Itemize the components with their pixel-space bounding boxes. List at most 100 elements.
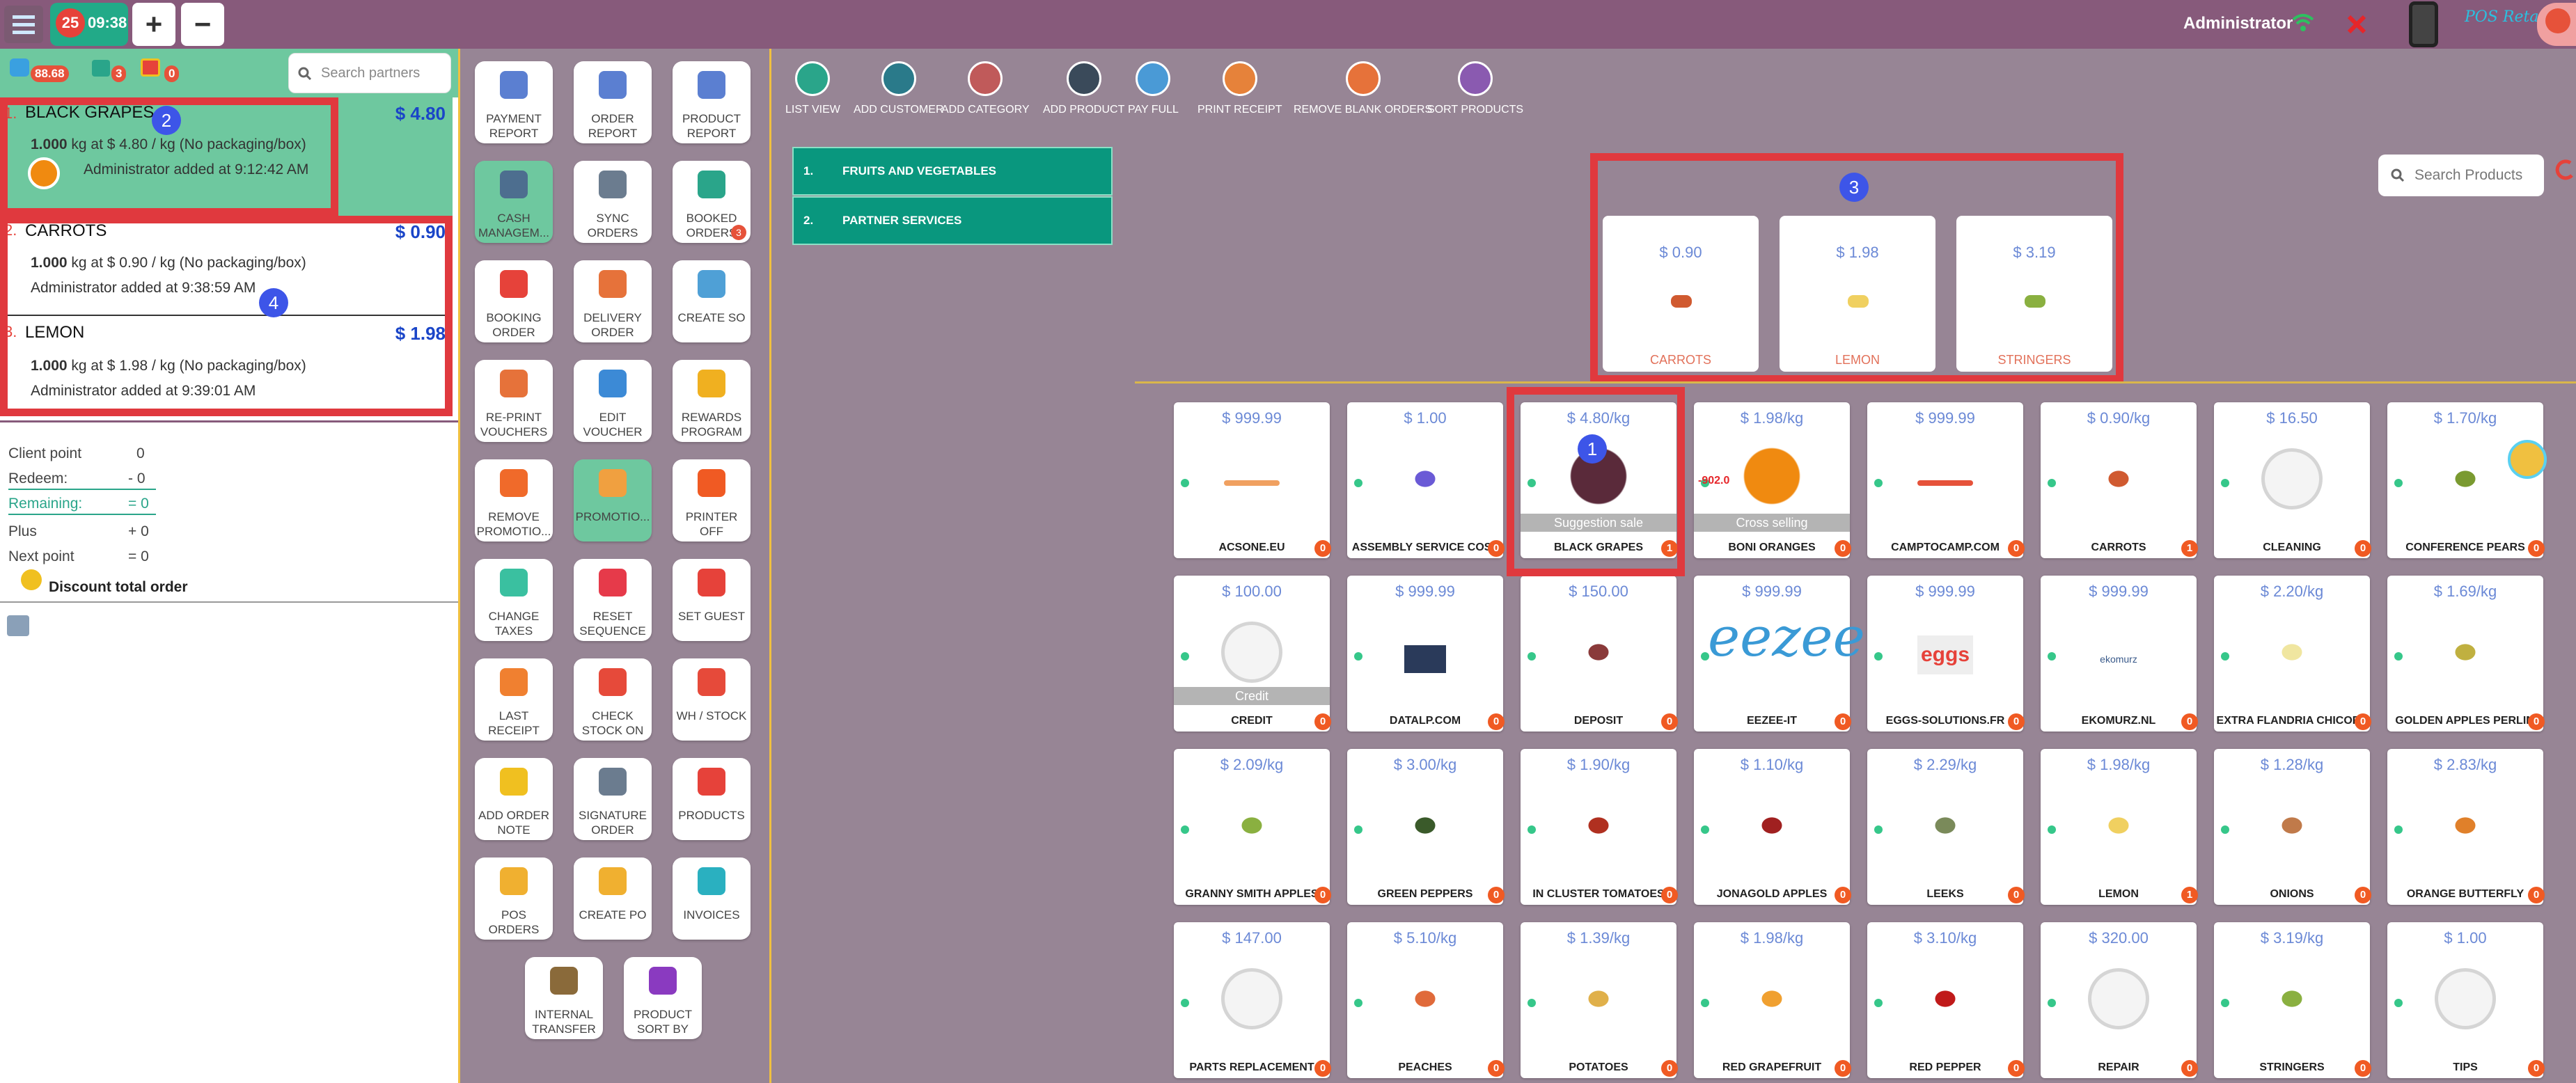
product-price: $ 2.20/kg (2260, 583, 2324, 600)
toolbar-add-product[interactable]: ADD PRODUCT (1043, 61, 1124, 117)
control-button-reset-sequence[interactable]: RESET SEQUENCE (574, 559, 652, 641)
control-button-invoices[interactable]: INVOICES (673, 857, 751, 940)
control-button-rewards-program[interactable]: REWARDS PROGRAM (673, 360, 751, 442)
cart-icon (92, 60, 110, 77)
suggestion-card[interactable]: $ 1.98 LEMON (1780, 216, 1935, 372)
client-point-value: 0 (136, 445, 145, 461)
refresh-icon[interactable] (2554, 157, 2576, 185)
control-button-check-stock-on[interactable]: CHECK STOCK ON (574, 658, 652, 741)
divider (8, 514, 156, 515)
product-card[interactable]: $ 1.10/kg JONAGOLD APPLES 0 (1694, 749, 1851, 905)
control-button-payment-report[interactable]: PAYMENT REPORT (475, 61, 553, 143)
control-button-cash-managem[interactable]: CASH MANAGEM... (475, 161, 553, 243)
control-button-change-taxes[interactable]: CHANGE TAXES (475, 559, 553, 641)
product-card[interactable]: $ 999.99 CAMPTOCAMP.COM 0 (1867, 402, 2025, 558)
toolbar-remove-blank-orders[interactable]: REMOVE BLANK ORDERS (1294, 61, 1432, 117)
product-card[interactable]: $ 999.99 eggs EGGS-SOLUTIONS.FR 0 (1867, 576, 2025, 732)
product-card[interactable]: $ 2.83/kg ORANGE BUTTERFLY 0 (2387, 749, 2545, 905)
toolbar-sort-products[interactable]: SORT PRODUCTS (1427, 61, 1523, 117)
control-button-printer-off[interactable]: PRINTER OFF (673, 459, 751, 542)
cash-register-icon[interactable] (7, 615, 29, 636)
toolbar-add-category[interactable]: ADD CATEGORY (941, 61, 1030, 117)
control-button-order-report[interactable]: ORDER REPORT (574, 61, 652, 143)
discount-total-order[interactable]: Discount total order (49, 579, 188, 596)
category-item[interactable]: 1. FRUITS AND VEGETABLES (792, 147, 1113, 196)
product-card[interactable]: $ 1.00 ASSEMBLY SERVICE COST 0 (1347, 402, 1505, 558)
product-card[interactable]: $ 1.28/kg ONIONS 0 (2214, 749, 2371, 905)
category-item[interactable]: 2. PARTNER SERVICES (792, 196, 1113, 245)
control-label: REPORT (588, 127, 638, 140)
control-icon (500, 569, 528, 596)
product-card[interactable]: $ 2.09/kg GRANNY SMITH APPLES 0 (1174, 749, 1331, 905)
control-button-product-sort-by[interactable]: PRODUCT SORT BY (624, 957, 702, 1039)
add-order-button[interactable]: + (132, 3, 175, 46)
product-card[interactable]: $ 3.10/kg RED PEPPER 0 (1867, 922, 2025, 1078)
toolbar-add-customer[interactable]: ADD CUSTOMER (854, 61, 944, 117)
control-button-delivery-order[interactable]: DELIVERY ORDER (574, 260, 652, 342)
product-image (1408, 985, 1443, 1013)
search-partners-input[interactable]: Search partners (288, 53, 451, 93)
control-button-promotio[interactable]: PROMOTIO... (574, 459, 652, 542)
product-card[interactable]: $ 100.00 Credit CREDIT 0 (1174, 576, 1331, 732)
control-button-pos-orders[interactable]: POS ORDERS (475, 857, 553, 940)
product-card[interactable]: $ 1.70/kg CONFERENCE PEARS 0 (2387, 402, 2545, 558)
plus-value: + 0 (128, 523, 149, 539)
product-qty-badge: 0 (2181, 1060, 2198, 1077)
product-card[interactable]: $ 1.69/kg GOLDEN APPLES PERLIM 0 (2387, 576, 2545, 732)
product-card[interactable]: $ 1.90/kg IN CLUSTER TOMATOES 0 (1521, 749, 1678, 905)
product-card[interactable]: $ 1.98/kg RED GRAPEFRUIT 0 (1694, 922, 1851, 1078)
product-card[interactable]: $ 999.99 eezee EEZEE-IT 0 (1694, 576, 1865, 732)
toolbar-print-receipt[interactable]: PRINT RECEIPT (1197, 61, 1282, 117)
control-button-re-print-vouchers[interactable]: RE-PRINT VOUCHERS (475, 360, 553, 442)
control-button-sync-orders[interactable]: SYNC ORDERS (574, 161, 652, 243)
close-icon[interactable] (2346, 14, 2367, 35)
avatar[interactable] (2537, 3, 2576, 46)
product-card[interactable]: $ 1.98/kg LEMON 1 (2041, 749, 2198, 905)
product-card[interactable]: $ 999.99 ekomurz EKOMURZ.NL 0 (2041, 576, 2198, 732)
control-button-signature-order[interactable]: SIGNATURE ORDER (574, 758, 652, 840)
mobile-mode-icon[interactable] (2409, 1, 2438, 47)
product-card[interactable]: $ 147.00 PARTS REPLACEMENT 0 (1174, 922, 1331, 1078)
control-button-set-guest[interactable]: SET GUEST (673, 559, 751, 641)
control-button-add-order-note[interactable]: ADD ORDER NOTE (475, 758, 553, 840)
control-icon (500, 171, 528, 198)
product-card[interactable]: $ 150.00 DEPOSIT 0 (1521, 576, 1678, 732)
control-button-wh-stock[interactable]: WH / STOCK (673, 658, 751, 741)
product-image (1581, 638, 1616, 666)
product-card[interactable]: $ 2.29/kg LEEKS 0 (1867, 749, 2025, 905)
suggestion-card[interactable]: $ 0.90 CARROTS (1603, 216, 1759, 372)
product-card[interactable]: $ 3.19/kg STRINGERS 0 (2214, 922, 2371, 1078)
product-card[interactable]: $ 0.90/kg CARROTS 1 (2041, 402, 2198, 558)
control-button-create-so[interactable]: CREATE SO (673, 260, 751, 342)
control-button-booked-orders[interactable]: BOOKED ORDERS 3 (673, 161, 751, 243)
control-button-remove-promotio[interactable]: REMOVE PROMOTIO... (475, 459, 553, 542)
control-button-booking-order[interactable]: BOOKING ORDER (475, 260, 553, 342)
remove-order-button[interactable]: − (181, 3, 224, 46)
toolbar-pay-full[interactable]: PAY FULL (1128, 61, 1179, 117)
product-image (1848, 295, 1869, 308)
product-card[interactable]: $ 1.98/kg Cross selling -902.0 BONI ORANGES… (1694, 402, 1851, 558)
product-card[interactable]: $ 2.20/kg EXTRA FLANDRIA CHICORY 0 (2214, 576, 2371, 732)
product-card[interactable]: $ 5.10/kg PEACHES 0 (1347, 922, 1505, 1078)
control-button-edit-voucher[interactable]: EDIT VOUCHER (574, 360, 652, 442)
control-button-products[interactable]: PRODUCTS (673, 758, 751, 840)
menu-icon[interactable] (4, 6, 43, 43)
control-button-last-receipt[interactable]: LAST RECEIPT (475, 658, 553, 741)
toolbar-icon (1222, 61, 1257, 96)
product-tag: Cross selling (1694, 514, 1850, 532)
control-button-internal-transfer[interactable]: INTERNAL TRANSFER (525, 957, 603, 1039)
user-name[interactable]: Administrator (2183, 14, 2293, 33)
product-price: $ 1.98/kg (2087, 756, 2151, 773)
suggestion-card[interactable]: $ 3.19 STRINGERS (1956, 216, 2112, 372)
product-card[interactable]: $ 1.00 TIPS 0 (2387, 922, 2545, 1078)
product-card[interactable]: $ 1.39/kg POTATOES 0 (1521, 922, 1678, 1078)
product-card[interactable]: $ 999.99 DATALP.COM 0 (1347, 576, 1505, 732)
product-card[interactable]: $ 3.00/kg GREEN PEPPERS 0 (1347, 749, 1505, 905)
toolbar-list-view[interactable]: LIST VIEW (785, 61, 840, 117)
control-button-create-po[interactable]: CREATE PO (574, 857, 652, 940)
product-card[interactable]: $ 16.50 CLEANING 0 (2214, 402, 2371, 558)
product-card[interactable]: $ 999.99 ACSONE.EU 0 (1174, 402, 1331, 558)
cart-float-icon[interactable] (2508, 440, 2547, 479)
control-button-product-report[interactable]: PRODUCT REPORT (673, 61, 751, 143)
product-card[interactable]: $ 320.00 REPAIR 0 (2041, 922, 2198, 1078)
